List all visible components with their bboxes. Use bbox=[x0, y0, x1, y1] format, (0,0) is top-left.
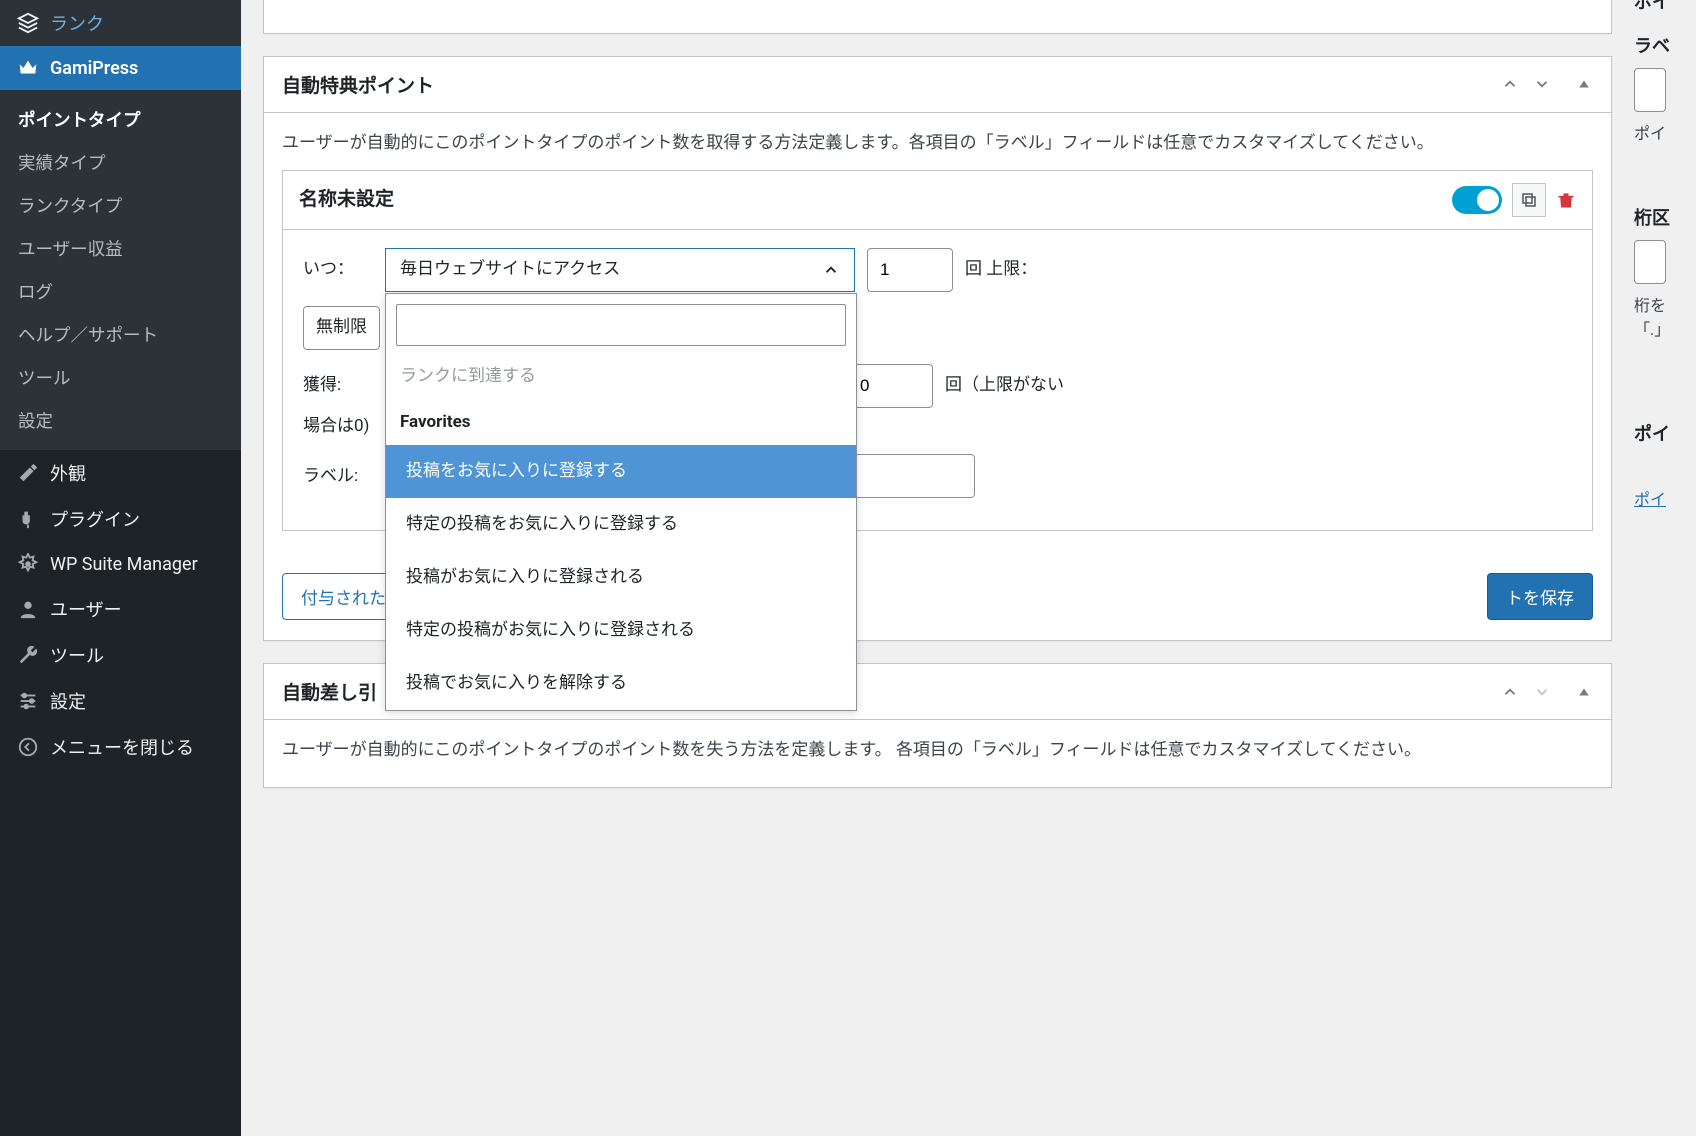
postbox-header: 自動特典ポイント bbox=[264, 57, 1611, 113]
limit-select[interactable]: 無制限 bbox=[303, 306, 380, 350]
sidebar-item-label: ツール bbox=[50, 642, 104, 668]
sidebar-subitem-point-types[interactable]: ポイントタイプ bbox=[0, 98, 241, 141]
sidebar-item-wp-suite[interactable]: WP Suite Manager bbox=[0, 542, 241, 586]
sidebar-item-users[interactable]: ユーザー bbox=[0, 586, 241, 632]
rule-card: 名称未設定 いつ： 毎日ウェブサイトにアクセス bbox=[282, 170, 1593, 532]
gain-count-input[interactable] bbox=[847, 364, 933, 408]
dropdown-item[interactable]: 投稿でお気に入りを解除する bbox=[386, 657, 856, 710]
chevron-up-icon bbox=[822, 261, 840, 279]
side-input[interactable] bbox=[1634, 68, 1666, 112]
sidebar-item-label: 外観 bbox=[50, 460, 86, 486]
box-description: ユーザーが自動的にこのポイントタイプのポイント数を失う方法を定義します。 各項目… bbox=[282, 736, 1593, 765]
side-input[interactable] bbox=[1634, 240, 1666, 284]
dropdown-search-input[interactable] bbox=[396, 304, 846, 346]
sidebar-item-label: メニューを閉じる bbox=[50, 734, 194, 760]
sidebar-item-label: プラグイン bbox=[50, 506, 140, 532]
sidebar-item-tools[interactable]: ツール bbox=[0, 632, 241, 678]
admin-sidebar: ランク GamiPress ポイントタイプ 実績タイプ ランクタイプ ユーザー収… bbox=[0, 0, 241, 1136]
postbox-title: 自動差し引 bbox=[264, 664, 395, 719]
crown-icon bbox=[16, 56, 40, 80]
dropdown-item[interactable]: 特定の投稿がお気に入りに登録される bbox=[386, 604, 856, 657]
rule-body: いつ： 毎日ウェブサイトにアクセス ランクに bbox=[283, 230, 1592, 531]
right-sidebar: ポイ ラベ ポイ 桁区 桁を 「.」 ポイ ポイ bbox=[1634, 0, 1674, 1136]
sliders-icon bbox=[16, 689, 40, 713]
dropdown-item[interactable]: 投稿がお気に入りに登録される bbox=[386, 551, 856, 604]
toggle-button[interactable] bbox=[1571, 679, 1597, 705]
side-label: ポイ bbox=[1634, 420, 1674, 446]
delete-button[interactable] bbox=[1556, 190, 1576, 210]
rule-title: 名称未設定 bbox=[299, 183, 394, 215]
when-label: いつ： bbox=[303, 255, 373, 284]
gain-note: 場合は0) bbox=[303, 412, 369, 441]
sidebar-item-collapse[interactable]: メニューを閉じる bbox=[0, 724, 241, 770]
times-suffix: 回 上限： bbox=[965, 255, 1037, 284]
sidebar-item-gamipress[interactable]: GamiPress bbox=[0, 46, 241, 90]
sidebar-subitem-help[interactable]: ヘルプ／サポート bbox=[0, 313, 241, 356]
rule-header: 名称未設定 bbox=[283, 171, 1592, 230]
postbox-body: ユーザーが自動的にこのポイントタイプのポイント数を失う方法を定義します。 各項目… bbox=[264, 720, 1611, 787]
rule-actions bbox=[1452, 183, 1576, 217]
side-text: ポイ bbox=[1634, 120, 1674, 144]
slug-description-text: 属性として内部参照に使用され、このポイントタイプを他のポイントタイプと完全に区別… bbox=[264, 0, 1611, 33]
postbox-title: 自動特典ポイント bbox=[264, 57, 452, 112]
sidebar-subitem-settings[interactable]: 設定 bbox=[0, 399, 241, 442]
sidebar-subitem-achievement-types[interactable]: 実績タイプ bbox=[0, 141, 241, 184]
toggle-button[interactable] bbox=[1571, 71, 1597, 97]
move-down-button[interactable] bbox=[1529, 679, 1555, 705]
side-label: 桁区 bbox=[1634, 204, 1674, 230]
layers-icon bbox=[16, 11, 40, 35]
gain-label: 獲得: bbox=[303, 371, 373, 400]
sidebar-item-appearance[interactable]: 外観 bbox=[0, 450, 241, 496]
when-select[interactable]: 毎日ウェブサイトにアクセス ランクに到達する Favorites bbox=[385, 248, 855, 292]
times-input[interactable] bbox=[867, 248, 953, 292]
wrench-icon bbox=[16, 643, 40, 667]
sidebar-item-label: WP Suite Manager bbox=[50, 554, 198, 575]
dropdown-search-wrap bbox=[386, 294, 856, 356]
save-awards-button[interactable]: トを保存 bbox=[1487, 573, 1593, 620]
sidebar-subitem-logs[interactable]: ログ bbox=[0, 270, 241, 313]
duplicate-button[interactable] bbox=[1512, 183, 1546, 217]
sidebar-subitem-tools[interactable]: ツール bbox=[0, 356, 241, 399]
sidebar-subitem-rank-types[interactable]: ランクタイプ bbox=[0, 184, 241, 227]
when-select-value: 毎日ウェブサイトにアクセス bbox=[400, 255, 620, 284]
gain-suffix: 回（上限がない bbox=[945, 371, 1064, 400]
brush-icon bbox=[16, 461, 40, 485]
move-down-button[interactable] bbox=[1529, 71, 1555, 97]
plug-icon bbox=[16, 507, 40, 531]
sidebar-item-label: GamiPress bbox=[50, 58, 138, 79]
side-link[interactable]: ポイ bbox=[1634, 486, 1674, 510]
when-row: いつ： 毎日ウェブサイトにアクセス ランクに bbox=[303, 248, 1572, 292]
auto-award-points-box: 自動特典ポイント ユーザーが自動的にこのポイントタイプのポイント数を取得する方法… bbox=[263, 56, 1612, 642]
sidebar-item-label: ランク bbox=[50, 10, 104, 36]
side-text: 「.」 bbox=[1634, 316, 1674, 340]
dropdown-item[interactable]: 特定の投稿をお気に入りに登録する bbox=[386, 498, 856, 551]
dropdown-group-label: Favorites bbox=[386, 400, 856, 445]
sidebar-item-plugins[interactable]: プラグイン bbox=[0, 496, 241, 542]
when-dropdown: ランクに到達する Favorites 投稿をお気に入りに登録する 特定の投稿をお… bbox=[385, 293, 857, 711]
rule-enable-toggle[interactable] bbox=[1452, 186, 1502, 214]
sidebar-item-rank[interactable]: ランク bbox=[0, 0, 241, 46]
slug-description-box: 属性として内部参照に使用され、このポイントタイプを他のポイントタイプと完全に区別… bbox=[263, 0, 1612, 34]
user-icon bbox=[16, 597, 40, 621]
move-up-button[interactable] bbox=[1497, 679, 1523, 705]
label-label: ラベル: bbox=[303, 462, 373, 491]
sidebar-submenu: ポイントタイプ 実績タイプ ランクタイプ ユーザー収益 ログ ヘルプ／サポート … bbox=[0, 90, 241, 450]
sidebar-item-label: ユーザー bbox=[50, 596, 122, 622]
limit-select-value: 無制限 bbox=[316, 313, 367, 342]
side-label: ポイ bbox=[1634, 0, 1674, 14]
move-up-button[interactable] bbox=[1497, 71, 1523, 97]
sidebar-item-label: 設定 bbox=[50, 688, 86, 714]
collapse-icon bbox=[16, 735, 40, 759]
box-description: ユーザーが自動的にこのポイントタイプのポイント数を取得する方法定義します。各項目… bbox=[282, 129, 1593, 158]
side-text: 桁を bbox=[1634, 292, 1674, 316]
postbox-controls bbox=[1497, 679, 1611, 705]
dropdown-item[interactable]: 投稿をお気に入りに登録する bbox=[386, 445, 856, 498]
gear-icon bbox=[16, 552, 40, 576]
postbox-controls bbox=[1497, 71, 1611, 97]
dropdown-prev-item[interactable]: ランクに到達する bbox=[386, 356, 856, 401]
sidebar-item-settings[interactable]: 設定 bbox=[0, 678, 241, 724]
postbox-body: ユーザーが自動的にこのポイントタイプのポイント数を取得する方法定義します。各項目… bbox=[264, 113, 1611, 574]
side-label: ラベ bbox=[1634, 32, 1674, 58]
sidebar-subitem-user-earnings[interactable]: ユーザー収益 bbox=[0, 227, 241, 270]
